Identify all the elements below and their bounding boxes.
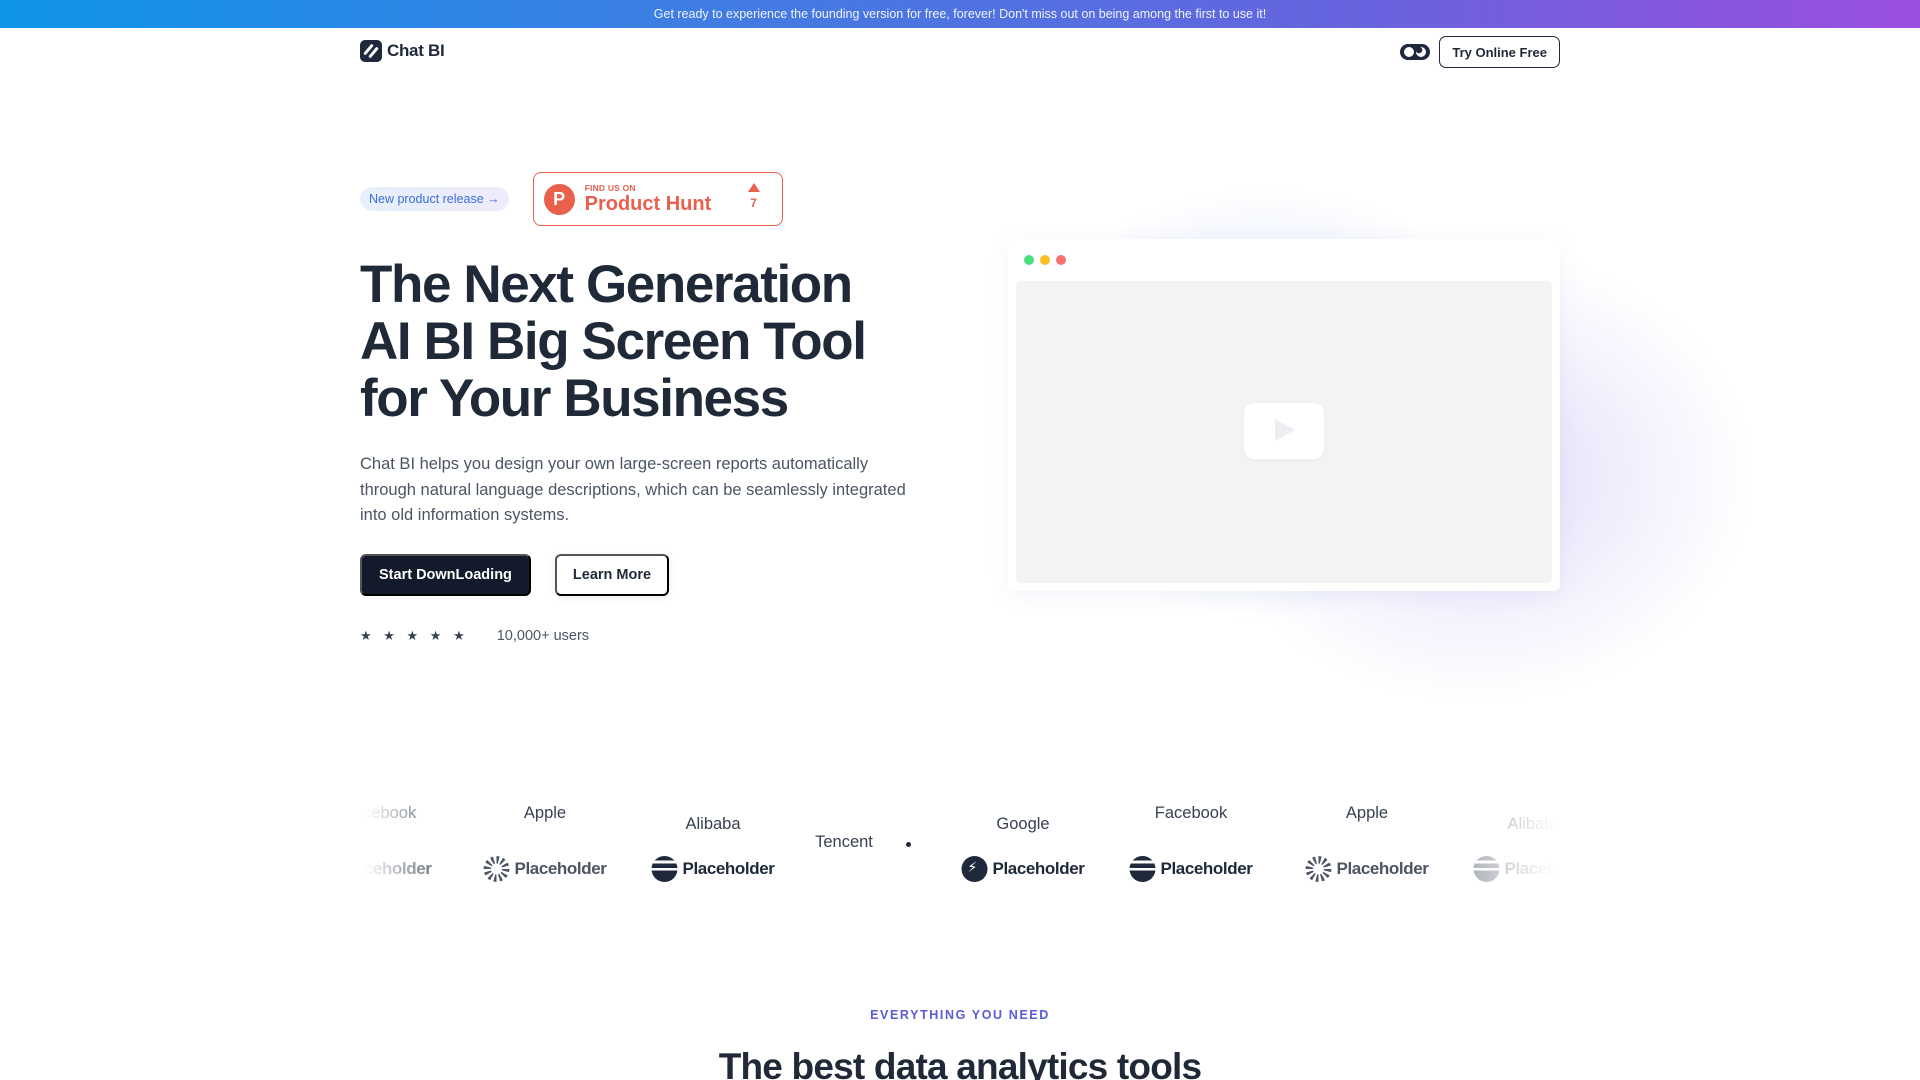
start-downloading-button[interactable]: Start DownLoading [360,554,531,596]
brand-marquee: Facebook Apple Alibaba Tencent Google Fa… [360,790,1560,900]
announcement-banner: Get ready to experience the founding ver… [0,0,1920,28]
window-dot-yellow [1040,255,1050,265]
product-hunt-text: FIND US ON Product Hunt [585,183,712,215]
theme-toggle-icon[interactable] [1400,44,1430,60]
brand-logo-label: Placeholder [514,859,607,878]
brand-name: Facebook [1154,804,1228,822]
brand-name: Alibaba [685,815,741,833]
logo-link[interactable]: Chat BI [360,40,445,62]
hero-description: Chat BI helps you design your own large-… [360,455,906,524]
logo-text: Chat BI [387,41,445,60]
brand-logo: Placeholder [1129,856,1253,882]
try-online-free-button[interactable]: Try Online Free [1439,36,1560,68]
wave-icon [651,856,678,882]
marquee-bullet [906,842,911,847]
play-icon[interactable] [1244,403,1324,459]
marquee-fade-right [1470,790,1560,900]
star-rating-icon: ★ ★ ★ ★ ★ [360,628,469,643]
hero-headline: The Next Generation AI BI Big Screen Too… [360,256,920,427]
features-eyebrow: EVERYTHING YOU NEED [870,1008,1050,1022]
brand-logo-label: Placeholder [682,859,775,878]
headline-line: The Next Generation [360,255,853,314]
brand-logo-label: Placeholder [992,859,1085,878]
window-dot-green [1024,255,1034,265]
wave-icon [1129,856,1156,882]
brand-logo: Placeholder [961,856,1085,882]
headline-line: AI BI Big Screen Tool [360,312,867,371]
banner-text: Get ready to experience the founding ver… [653,7,1267,21]
learn-more-button[interactable]: Learn More [554,554,670,596]
brand-logo: Placeholder [483,856,607,882]
sun-icon [1305,856,1332,882]
bolt-icon [961,856,988,882]
brand-logo: Placeholder [1473,856,1560,882]
brand-logo: Placeholder [360,856,432,882]
user-rating: ★ ★ ★ ★ ★ 10,000+ users [360,628,589,644]
window-dot-red [1056,255,1066,265]
brand-name: Tencent [815,833,873,851]
brand-logo: Placeholder [651,856,775,882]
upvote-count: 7 [750,196,757,210]
user-count: 10,000+ users [496,628,590,644]
hero-badges: New product release → P FIND US ON Produ… [360,172,783,226]
new-release-pill[interactable]: New product release → [360,187,509,211]
video-preview-window [1008,239,1560,591]
product-hunt-logo-icon: P [543,183,575,215]
brand-logo: Placeholder [1305,856,1429,882]
hero-cta-group: Start DownLoading Learn More [360,554,670,596]
brand-logo-label: Placeholder [1336,859,1429,878]
video-player[interactable] [1016,281,1552,583]
brand-name: Alibaba [1507,815,1560,833]
product-hunt-title: Product Hunt [584,193,712,215]
top-nav: Chat BI Try Online Free [360,28,1560,76]
window-controls [1024,255,1066,265]
product-hunt-caption: FIND US ON [584,183,636,193]
product-hunt-votes: 7 [747,183,760,210]
wave-icon [1473,856,1500,882]
features-title: The best data analytics tools [718,1046,1202,1080]
product-hunt-badge[interactable]: P FIND US ON Product Hunt 7 [532,172,783,226]
brand-name: Facebook [360,804,417,822]
brand-name: Google [996,815,1050,833]
brand-logo-label: Placeholder [360,859,432,878]
brand-logo-label: Placeholder [1160,859,1253,878]
upvote-arrow-icon [747,183,760,192]
brand-name: Apple [1345,804,1389,822]
sun-icon [483,856,510,882]
brand-logo-label: Placeholder [1504,859,1560,878]
brand-name: Apple [523,804,567,822]
headline-line: for Your Business [360,369,789,428]
slash-logo-icon [360,40,382,62]
